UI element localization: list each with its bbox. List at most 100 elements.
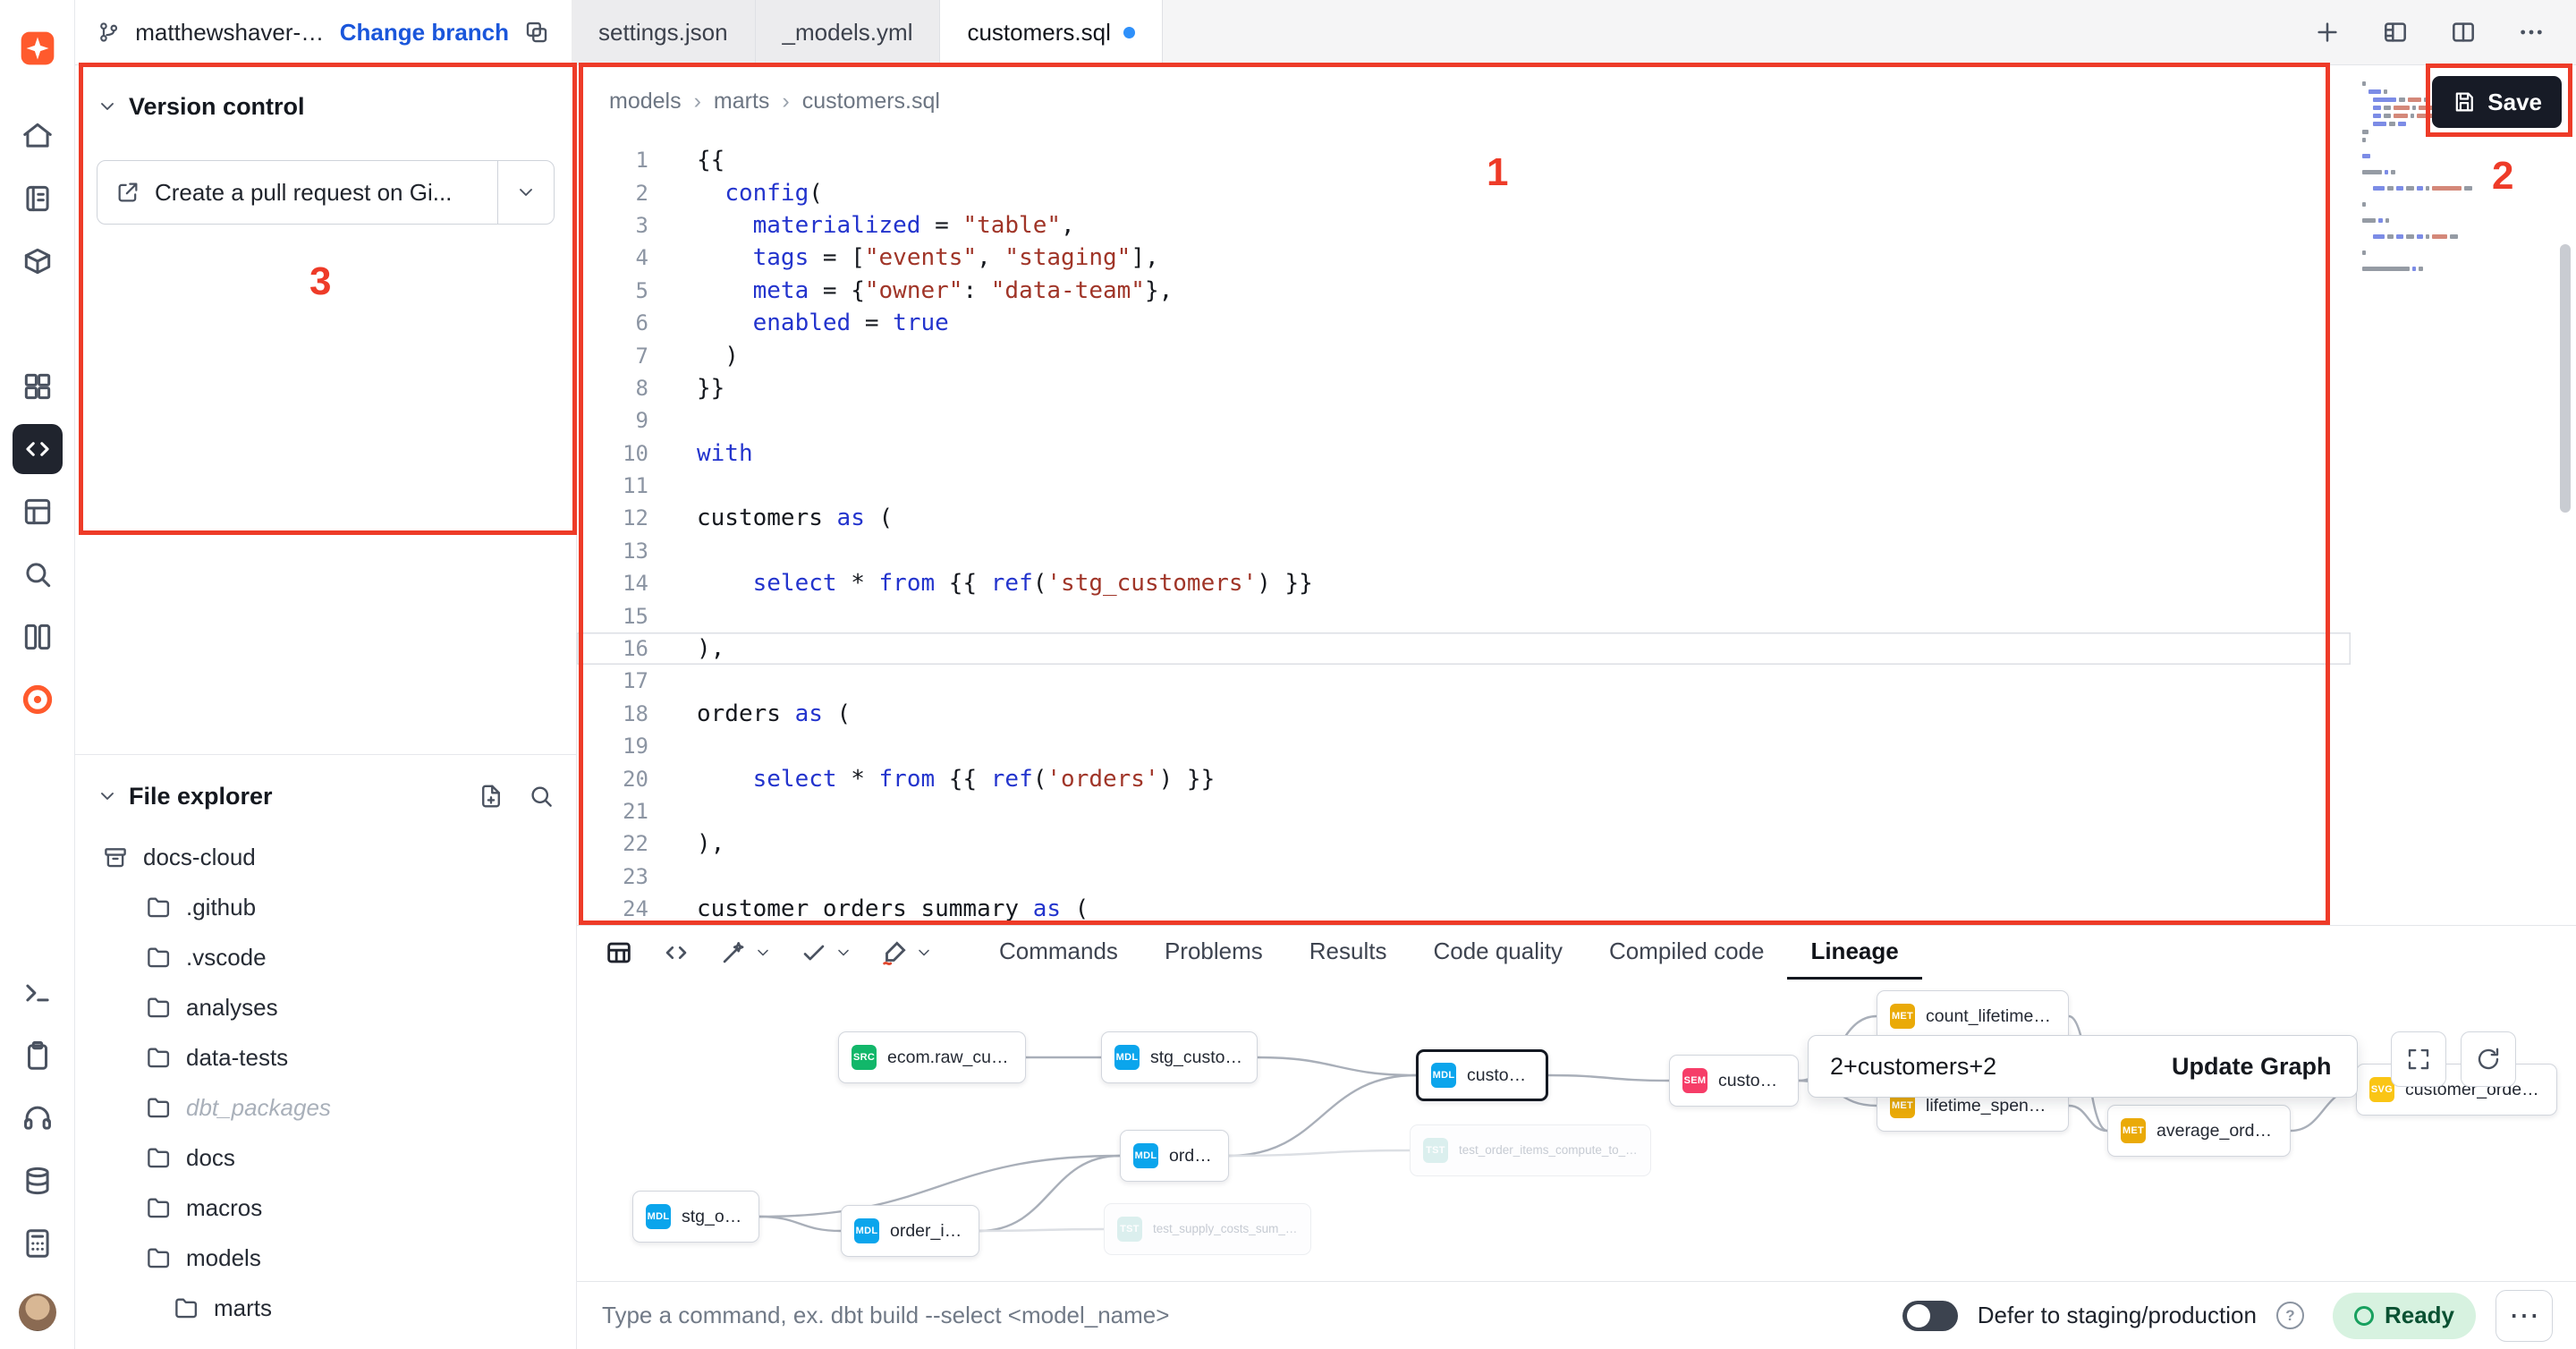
panel-tab-results[interactable]: Results — [1286, 926, 1411, 980]
lineage-canvas[interactable]: SRCecom.raw_customers MDLstg_customers MDL… — [577, 980, 2576, 1280]
home-icon[interactable] — [13, 111, 63, 161]
tab-customers.sql[interactable]: customers.sql — [940, 0, 1162, 64]
clipboard-icon[interactable] — [13, 1031, 63, 1081]
defer-toggle[interactable] — [1902, 1301, 1958, 1331]
code-line[interactable]: 15 — [577, 599, 2351, 632]
code-line[interactable]: 10with — [577, 437, 2351, 470]
compare-icon[interactable] — [13, 612, 63, 662]
refresh-button[interactable] — [2461, 1031, 2516, 1087]
lineage-node-order_items[interactable]: MDLorder_items — [841, 1205, 979, 1257]
lineage-node-raw_customers[interactable]: SRCecom.raw_customers — [838, 1031, 1026, 1083]
breadcrumb-item[interactable]: customers.sql — [782, 89, 940, 115]
copy-branch-icon[interactable] — [523, 19, 550, 46]
new-file-icon[interactable] — [478, 783, 504, 810]
lineage-node-orders[interactable]: MDLorders — [1120, 1130, 1229, 1182]
tree-item-models[interactable]: models — [75, 1233, 576, 1283]
terminal-icon[interactable] — [13, 968, 63, 1018]
lint-fix-menu[interactable] — [879, 938, 933, 968]
save-button[interactable]: Save — [2432, 76, 2562, 128]
lineage-node-test_supply[interactable]: TSTtest_supply_costs_sum_correctly — [1104, 1203, 1311, 1255]
notebook-icon[interactable] — [13, 174, 63, 224]
layout-list-icon[interactable] — [2381, 18, 2410, 47]
code-line[interactable]: 19 — [577, 730, 2351, 762]
lineage-node-customers[interactable]: MDLcustomers — [1416, 1049, 1548, 1101]
code-line[interactable]: 21 — [577, 795, 2351, 827]
dashboard-icon[interactable] — [13, 487, 63, 537]
code-line[interactable]: 8}} — [577, 372, 2351, 404]
lineage-node-test_order_items[interactable]: TSTtest_order_items_compute_to_bools_cor… — [1410, 1124, 1651, 1176]
tree-item-.vscode[interactable]: .vscode — [75, 932, 576, 982]
tab-_models.yml[interactable]: _models.yml — [756, 0, 941, 64]
database-icon[interactable] — [13, 1156, 63, 1206]
code-line[interactable]: 6 enabled = true — [577, 307, 2351, 339]
lineage-node-customers_sem[interactable]: SEMcustomers — [1669, 1055, 1799, 1107]
version-control-header[interactable]: Version control — [75, 89, 576, 124]
panel-tab-commands[interactable]: Commands — [976, 926, 1141, 980]
code-line[interactable]: 17 — [577, 665, 2351, 697]
new-tab-icon[interactable] — [2313, 18, 2342, 47]
panel-tab-compiled-code[interactable]: Compiled code — [1586, 926, 1787, 980]
command-input[interactable] — [600, 1301, 1883, 1330]
code-line[interactable]: 14 select * from {{ ref('stg_customers')… — [577, 567, 2351, 599]
tree-item-docs[interactable]: docs — [75, 1133, 576, 1183]
fullscreen-button[interactable] — [2391, 1031, 2446, 1087]
dbt-logo[interactable] — [13, 23, 63, 73]
lineage-node-stg_customers[interactable]: MDLstg_customers — [1101, 1031, 1258, 1083]
user-avatar[interactable] — [19, 1294, 56, 1331]
format-menu[interactable] — [799, 938, 852, 968]
file-explorer-header[interactable]: File explorer — [75, 778, 576, 814]
lineage-node-stg_orders[interactable]: MDLstg_orders — [632, 1191, 759, 1243]
lineage-selector-input[interactable] — [1809, 1053, 2147, 1081]
dbt-cloud-cli-icon[interactable] — [13, 674, 63, 725]
more-options-button[interactable]: ⋯ — [2496, 1290, 2553, 1342]
code-line[interactable]: 2 config( — [577, 176, 2351, 208]
code-line[interactable]: 5 meta = {"owner": "data-team"}, — [577, 275, 2351, 307]
develop-icon[interactable] — [13, 424, 63, 474]
create-pr-button[interactable]: Create a pull request on Gi... — [97, 160, 555, 225]
code-line[interactable]: 24customer_orders_summary as ( — [577, 893, 2351, 925]
tree-item-data-tests[interactable]: data-tests — [75, 1032, 576, 1082]
explore-icon[interactable] — [13, 549, 63, 599]
code-line[interactable]: 13 — [577, 535, 2351, 567]
split-view-icon[interactable] — [2449, 18, 2478, 47]
panel-tab-lineage[interactable]: Lineage — [1787, 926, 1921, 980]
tree-item-marts[interactable]: marts — [75, 1283, 576, 1333]
tree-item-docs-cloud[interactable]: docs-cloud — [75, 832, 576, 882]
tree-item-macros[interactable]: macros — [75, 1183, 576, 1233]
code-line[interactable]: 3 materialized = "table", — [577, 209, 2351, 242]
code-line[interactable]: 20 select * from {{ ref('orders') }} — [577, 762, 2351, 794]
code-line[interactable]: 4 tags = ["events", "staging"], — [577, 242, 2351, 274]
panel-tab-problems[interactable]: Problems — [1141, 926, 1286, 980]
code-line[interactable]: 1{{ — [577, 144, 2351, 176]
tab-settings.json[interactable]: settings.json — [572, 0, 756, 64]
code-line[interactable]: 22), — [577, 827, 2351, 860]
magic-wand-menu[interactable] — [718, 938, 772, 968]
lineage-node-average_order_value[interactable]: METaverage_order_value — [2107, 1105, 2291, 1157]
code-line[interactable]: 12customers as ( — [577, 502, 2351, 534]
tree-item-dbt_packages[interactable]: dbt_packages — [75, 1082, 576, 1133]
panel-tab-code-quality[interactable]: Code quality — [1410, 926, 1586, 980]
code-line[interactable]: 18orders as ( — [577, 698, 2351, 730]
search-icon[interactable] — [528, 783, 555, 810]
change-branch-link[interactable]: Change branch — [340, 19, 509, 47]
calculator-icon[interactable] — [13, 1218, 63, 1268]
breadcrumb-item[interactable]: marts — [694, 89, 770, 115]
tree-item-analyses[interactable]: analyses — [75, 982, 576, 1032]
breadcrumb-item[interactable]: models — [609, 89, 682, 115]
grid-icon[interactable] — [13, 361, 63, 411]
code-line[interactable]: 7 ) — [577, 339, 2351, 371]
code-line[interactable]: 11 — [577, 470, 2351, 502]
code-line[interactable]: 23 — [577, 861, 2351, 893]
editor-scrollbar[interactable] — [2560, 244, 2571, 513]
headset-icon[interactable] — [13, 1093, 63, 1143]
results-table-icon[interactable] — [604, 938, 634, 968]
code-line[interactable]: 9 — [577, 404, 2351, 437]
update-graph-button[interactable]: Update Graph — [2147, 1036, 2357, 1097]
overflow-menu-icon[interactable] — [2517, 18, 2546, 47]
tree-item-.github[interactable]: .github — [75, 882, 576, 932]
code-view-icon[interactable] — [661, 938, 691, 968]
pr-dropdown-button[interactable] — [498, 161, 554, 224]
code-line[interactable]: 16), — [577, 632, 2351, 665]
help-icon[interactable]: ? — [2276, 1302, 2304, 1329]
package-icon[interactable] — [13, 236, 63, 286]
